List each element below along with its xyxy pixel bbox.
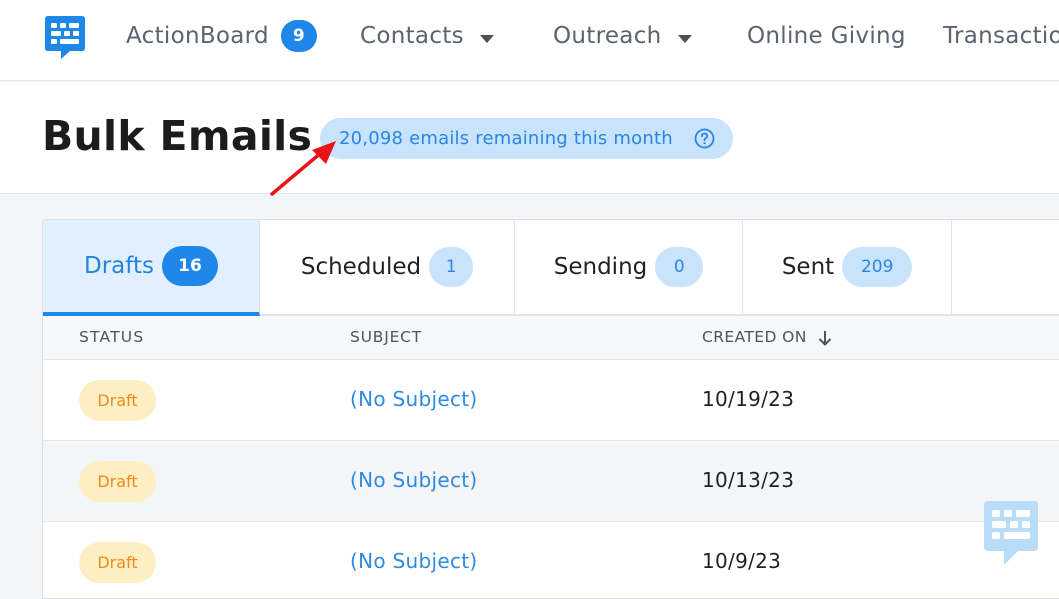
nav-item-actionboard[interactable]: ActionBoard 9 — [126, 20, 317, 52]
nav-item-transactions[interactable]: Transactions — [943, 20, 1059, 52]
email-quota-badge: 20,098 emails remaining this month — [320, 118, 733, 159]
page-title: Bulk Emails — [42, 112, 313, 160]
nav-item-label: Outreach — [553, 23, 662, 49]
nav-item-online-giving[interactable]: Online Giving — [747, 20, 906, 52]
nav-item-label: Online Giving — [747, 23, 906, 49]
tab-label: Scheduled — [300, 254, 422, 280]
bulk-emails-panel: Drafts 16 Scheduled 1 Sending 0 Sent 209… — [42, 219, 1059, 599]
tab-count-badge: 1 — [429, 247, 474, 287]
nav-item-contacts[interactable]: Contacts — [360, 20, 494, 52]
question-circle-icon[interactable] — [694, 128, 715, 149]
tab-label: Sending — [553, 254, 648, 280]
tab-scheduled[interactable]: Scheduled 1 — [260, 220, 515, 314]
column-header-status[interactable]: STATUS — [79, 328, 144, 346]
table-header: STATUS SUBJECT CREATED ON — [43, 316, 1059, 360]
notification-badge: 9 — [280, 20, 317, 52]
subject-link[interactable]: (No Subject) — [350, 387, 478, 411]
tab-drafts[interactable]: Drafts 16 — [43, 220, 260, 316]
tab-sending[interactable]: Sending 0 — [515, 220, 743, 314]
chevron-down-icon — [677, 35, 692, 43]
subject-link[interactable]: (No Subject) — [350, 549, 478, 573]
table-row[interactable]: Draft (No Subject) 10/9/23 — [43, 522, 1059, 598]
chat-widget-icon[interactable] — [982, 499, 1040, 567]
tab-count-badge: 0 — [655, 247, 704, 287]
tab-label: Sent — [781, 254, 835, 280]
tab-label: Drafts — [84, 253, 154, 279]
column-header-created-on[interactable]: CREATED ON — [702, 328, 807, 346]
created-date: 10/13/23 — [702, 468, 795, 492]
tab-count-badge: 16 — [161, 246, 218, 286]
top-navigation: ActionBoard 9 Contacts Outreach Online G… — [0, 0, 1059, 81]
table-row[interactable]: Draft (No Subject) 10/13/23 — [43, 441, 1059, 522]
page-header: Bulk Emails 20,098 emails remaining this… — [0, 82, 1059, 194]
email-tabs: Drafts 16 Scheduled 1 Sending 0 Sent 209 — [43, 220, 1059, 316]
nav-item-label: ActionBoard — [126, 23, 269, 49]
status-badge: Draft — [79, 380, 156, 421]
status-badge: Draft — [79, 542, 156, 583]
column-header-subject[interactable]: SUBJECT — [350, 328, 422, 346]
created-date: 10/9/23 — [702, 549, 782, 573]
created-date: 10/19/23 — [702, 387, 795, 411]
table-row[interactable]: Draft (No Subject) 10/19/23 — [43, 360, 1059, 441]
nav-item-label: Transactions — [943, 23, 1059, 49]
logo-icon[interactable] — [44, 14, 86, 60]
nav-item-label: Contacts — [360, 23, 464, 49]
nav-item-outreach[interactable]: Outreach — [553, 20, 692, 52]
status-badge: Draft — [79, 461, 156, 502]
tab-count-badge: 209 — [842, 247, 913, 287]
chevron-down-icon — [479, 35, 494, 43]
subject-link[interactable]: (No Subject) — [350, 468, 478, 492]
tab-sent[interactable]: Sent 209 — [743, 220, 952, 314]
email-quota-text: 20,098 emails remaining this month — [339, 128, 673, 149]
arrow-down-icon[interactable] — [817, 329, 833, 347]
